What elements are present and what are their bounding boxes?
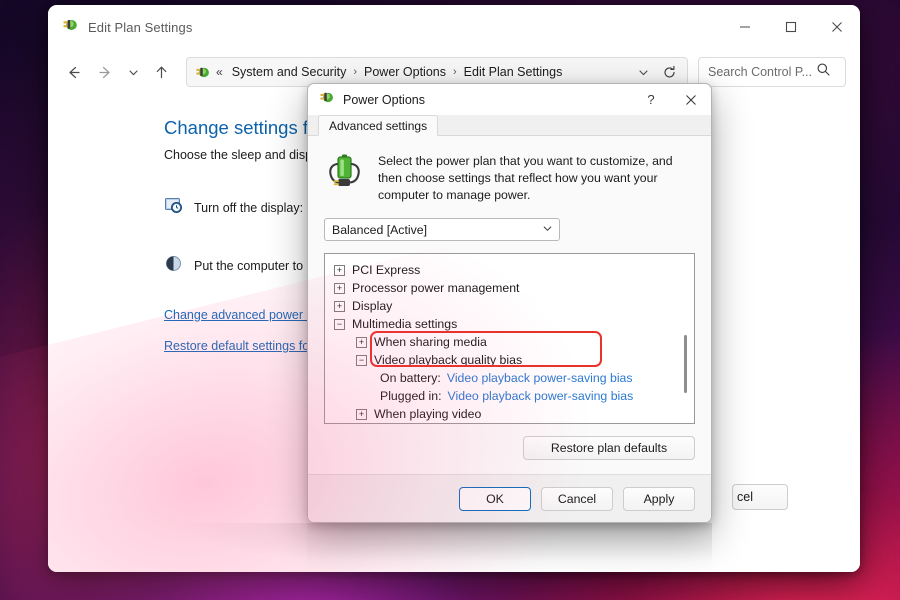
- tree-item-video-playback-quality-bias[interactable]: − Video playback quality bias: [332, 351, 676, 369]
- tree-item-label: Multimedia settings: [352, 317, 458, 331]
- advanced-settings-tree[interactable]: + PCI Express + Processor power manageme…: [324, 253, 695, 424]
- tree-item-when-playing-video[interactable]: + When playing video: [332, 405, 676, 423]
- expander-minus-icon[interactable]: −: [334, 318, 345, 330]
- tree-setting-plugged-in[interactable]: Plugged in: Video playback power-saving …: [332, 387, 676, 405]
- breadcrumb-power-options-icon: [195, 64, 211, 80]
- scrollbar-thumb[interactable]: [684, 335, 687, 394]
- expander-plus-icon[interactable]: +: [356, 336, 367, 348]
- tree-item-label: Video playback quality bias: [374, 353, 523, 367]
- power-options-dialog: Power Options ? Advanced settings Select…: [307, 83, 712, 523]
- search-input[interactable]: [708, 65, 816, 79]
- monitor-clock-icon: [164, 196, 183, 220]
- expander-plus-icon[interactable]: +: [356, 408, 367, 420]
- tree-item-when-sharing-media[interactable]: + When sharing media: [332, 333, 676, 351]
- back-button[interactable]: [58, 57, 88, 87]
- power-plug-battery-icon: [62, 16, 79, 38]
- sleep-moon-icon: [164, 254, 183, 278]
- window-controls: [722, 5, 860, 49]
- dialog-title-buttons: ?: [631, 84, 711, 115]
- tree-item-label: When sharing media: [374, 335, 487, 349]
- advanced-settings-panel: Select the power plan that you want to c…: [308, 136, 711, 475]
- breadcrumb-item-system-and-security[interactable]: System and Security: [229, 63, 350, 81]
- setting-value-on-battery[interactable]: Video playback power-saving bias: [447, 371, 633, 385]
- dialog-body: Advanced settings Select the power plan …: [308, 115, 711, 522]
- restore-defaults-row: Restore plan defaults: [324, 424, 695, 474]
- expander-plus-icon[interactable]: +: [334, 264, 345, 276]
- dialog-title: Power Options: [343, 92, 425, 107]
- breadcrumb-item-power-options[interactable]: Power Options: [361, 63, 449, 81]
- setting-line: Plugged in: Video playback power-saving …: [380, 387, 633, 405]
- dialog-tabstrip: Advanced settings: [308, 115, 711, 136]
- tree-item-processor-power-management[interactable]: + Processor power management: [332, 279, 676, 297]
- tree-item-label: Display: [352, 299, 393, 313]
- power-plan-selected-value: Balanced [Active]: [332, 222, 428, 237]
- chevron-down-icon[interactable]: [542, 223, 553, 237]
- breadcrumb-separator: ›: [353, 66, 357, 78]
- help-button[interactable]: ?: [631, 84, 671, 115]
- up-button[interactable]: [146, 57, 176, 87]
- breadcrumb-item-edit-plan-settings[interactable]: Edit Plan Settings: [461, 63, 566, 81]
- tab-advanced-settings[interactable]: Advanced settings: [318, 115, 439, 136]
- refresh-icon[interactable]: [657, 60, 681, 84]
- expander-plus-icon[interactable]: +: [334, 300, 345, 312]
- titlebar-left: Edit Plan Settings: [48, 16, 192, 38]
- dialog-intro-text: Select the power plan that you want to c…: [378, 154, 673, 202]
- tree-setting-on-battery[interactable]: On battery: Video playback power-saving …: [332, 369, 676, 387]
- setting-line: On battery: Video playback power-saving …: [380, 369, 633, 387]
- dialog-close-icon[interactable]: [671, 84, 711, 115]
- battery-plug-illustration-icon: [324, 152, 364, 197]
- tree-item-pci-express[interactable]: + PCI Express: [332, 261, 676, 279]
- apply-button[interactable]: Apply: [623, 486, 695, 511]
- breadcrumb-overflow-icon[interactable]: «: [216, 65, 223, 79]
- recent-locations-chevron-down-icon[interactable]: [122, 57, 144, 87]
- tree-item-label: When playing video: [374, 407, 482, 421]
- search-box[interactable]: [698, 57, 846, 87]
- background-cancel-button[interactable]: cel: [732, 484, 788, 510]
- dialog-intro: Select the power plan that you want to c…: [324, 152, 695, 204]
- cancel-button[interactable]: Cancel: [541, 486, 613, 511]
- expander-plus-icon[interactable]: +: [334, 282, 345, 294]
- setting-name-plugged-in: Plugged in:: [380, 389, 442, 403]
- maximize-button[interactable]: [768, 5, 814, 49]
- setting-value-plugged-in[interactable]: Video playback power-saving bias: [448, 389, 634, 403]
- setting-name-on-battery: On battery:: [380, 371, 441, 385]
- ok-button[interactable]: OK: [459, 486, 531, 511]
- tree-scroll-content: + PCI Express + Processor power manageme…: [325, 254, 694, 423]
- tree-item-label: PCI Express: [352, 263, 421, 277]
- search-icon[interactable]: [816, 62, 831, 82]
- tree-vertical-scrollbar[interactable]: [680, 258, 690, 419]
- setting-label-turn-off-display: Turn off the display:: [194, 201, 304, 215]
- expander-minus-icon[interactable]: −: [356, 354, 367, 366]
- dialog-titlebar[interactable]: Power Options ?: [308, 84, 711, 115]
- desktop-wallpaper: Edit Plan Settings « System and Security…: [0, 0, 900, 600]
- window-titlebar[interactable]: Edit Plan Settings: [48, 5, 860, 49]
- tree-item-multimedia-settings[interactable]: − Multimedia settings: [332, 315, 676, 333]
- forward-button[interactable]: [90, 57, 120, 87]
- minimize-button[interactable]: [722, 5, 768, 49]
- tree-item-label: Processor power management: [352, 281, 520, 295]
- dialog-power-plug-battery-icon: [319, 89, 335, 110]
- dialog-footer: OK Cancel Apply: [308, 475, 711, 522]
- close-button[interactable]: [814, 5, 860, 49]
- tree-item-display[interactable]: + Display: [332, 297, 676, 315]
- address-bar-actions: [631, 60, 683, 84]
- breadcrumb-separator: ›: [452, 66, 457, 78]
- window-title: Edit Plan Settings: [88, 19, 193, 35]
- power-plan-select[interactable]: Balanced [Active]: [324, 218, 560, 241]
- setting-label-put-computer-to-sleep: Put the computer to sl: [194, 259, 316, 273]
- restore-plan-defaults-button[interactable]: Restore plan defaults: [523, 436, 695, 460]
- address-dropdown-chevron-down-icon[interactable]: [631, 60, 655, 84]
